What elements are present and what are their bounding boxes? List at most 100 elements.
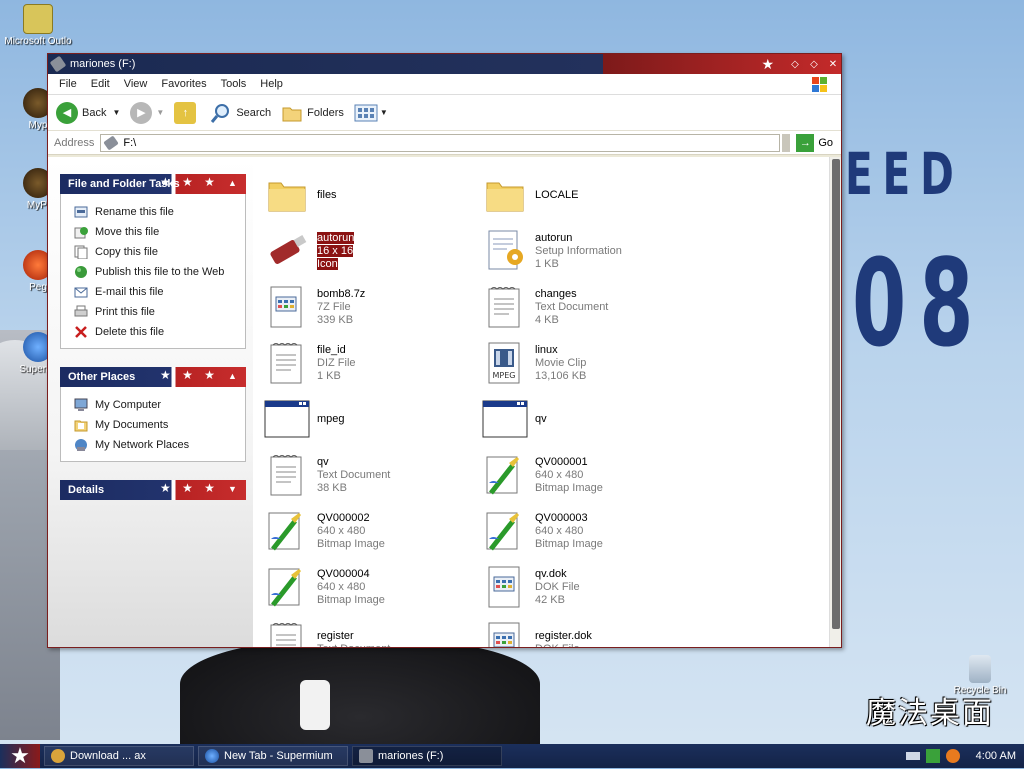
file-name: qv <box>535 412 547 425</box>
chevron-down-icon[interactable]: ▼ <box>112 108 120 117</box>
taskbar-item-supermium[interactable]: New Tab - Supermium <box>198 746 348 766</box>
search-button[interactable]: Search <box>210 102 271 124</box>
close-button[interactable]: ✕ <box>825 56 841 72</box>
file-text: autorun 16 x 16 Icon <box>317 231 355 271</box>
keyboard-icon[interactable] <box>905 752 920 760</box>
task-rename[interactable]: Rename this file <box>73 202 245 222</box>
file-size: 1 KB <box>535 257 559 270</box>
file-grid: files LOCALE autorun 16 x 16 Icon autorun Setu… <box>263 167 841 647</box>
search-tray-icon[interactable] <box>945 749 960 763</box>
file-item[interactable]: changes Text Document 4 KB <box>481 279 699 335</box>
file-type: Setup Information <box>535 244 622 257</box>
file-name: qv <box>317 455 329 468</box>
file-item[interactable]: qv Text Document 38 KB <box>263 447 481 503</box>
place-my-documents[interactable]: My Documents <box>73 415 245 435</box>
menu-file[interactable]: File <box>52 78 84 90</box>
star-icon: ★ <box>761 55 774 72</box>
folders-button[interactable]: Folders <box>281 102 344 124</box>
menu-edit[interactable]: Edit <box>84 78 117 90</box>
task-copy[interactable]: Copy this file <box>73 242 245 262</box>
bitmap-icon <box>481 507 529 555</box>
wallpaper-person <box>180 640 540 750</box>
file-item[interactable]: mpeg <box>263 391 481 447</box>
address-field[interactable]: F:\ <box>100 133 781 152</box>
publish-icon <box>73 264 89 280</box>
file-size: 339 KB <box>317 313 354 326</box>
go-arrow-icon: → <box>796 133 815 152</box>
start-button[interactable]: ★ <box>0 743 40 768</box>
task-move[interactable]: Move this file <box>73 222 245 242</box>
file-type: DOK File <box>535 580 580 593</box>
file-item[interactable]: QV000002 640 x 480 Bitmap Image <box>263 503 481 559</box>
network-tray-icon[interactable] <box>925 749 940 763</box>
place-my-network[interactable]: My Network Places <box>73 435 245 455</box>
task-delete[interactable]: Delete this file <box>73 322 245 342</box>
forward-button[interactable]: ▶ ▼ <box>130 101 164 124</box>
browser-icon <box>205 749 219 763</box>
title-bar[interactable]: mariones (F:) ★ ◇ ◇ ✕ <box>48 54 841 74</box>
chevron-up-icon[interactable]: ▲ <box>228 371 238 381</box>
views-button[interactable]: ▼ <box>354 103 388 123</box>
file-name: LOCALE <box>535 188 579 201</box>
file-item[interactable]: registerText Document <box>263 615 481 647</box>
file-item[interactable]: register.dokDOK File <box>481 615 699 647</box>
file-text: files <box>317 189 337 202</box>
file-text: register.dokDOK File <box>535 630 592 647</box>
file-item[interactable]: LOCALE <box>481 167 699 223</box>
up-button[interactable]: ↑ <box>174 101 200 124</box>
file-item[interactable]: QV000004 640 x 480 Bitmap Image <box>263 559 481 615</box>
task-print[interactable]: Print this file <box>73 302 245 322</box>
minimize-button[interactable]: ◇ <box>787 56 803 72</box>
file-name: linux <box>535 343 558 356</box>
file-item[interactable]: autorun Setup Information 1 KB <box>481 223 699 279</box>
taskbar-item-explorer[interactable]: mariones (F:) <box>352 746 502 766</box>
file-folder-tasks-panel: File and Folder Tasks ★ ★ ★ ▲ Rename thi… <box>60 174 246 349</box>
recycle-bin-icon[interactable]: Recycle Bin <box>945 655 1015 696</box>
place-my-computer[interactable]: My Computer <box>73 395 245 415</box>
file-item[interactable]: bomb8.7z 7Z File 339 KB <box>263 279 481 335</box>
file-item[interactable]: qv <box>481 391 699 447</box>
file-size: 42 KB <box>535 593 565 606</box>
application-icon <box>263 395 311 443</box>
file-item[interactable]: QV000001 640 x 480 Bitmap Image <box>481 447 699 503</box>
file-item[interactable]: autorun 16 x 16 Icon <box>263 223 481 279</box>
file-item[interactable]: file_id DIZ File 1 KB <box>263 335 481 391</box>
file-item[interactable]: qv.dok DOK File 42 KB <box>481 559 699 615</box>
file-item[interactable]: MPEG linux Movie Clip 13,106 KB <box>481 335 699 391</box>
forward-arrow-icon: ▶ <box>130 101 153 124</box>
address-dropdown[interactable] <box>782 133 791 152</box>
file-text: bomb8.7z 7Z File 339 KB <box>317 288 365 327</box>
chevron-up-icon[interactable]: ▲ <box>228 178 238 188</box>
text-document-icon <box>481 283 529 331</box>
vertical-scrollbar[interactable] <box>829 157 841 647</box>
panel-header[interactable]: Details ★ ★ ★ ▼ <box>60 480 246 500</box>
go-button[interactable]: → Go <box>796 133 833 152</box>
task-publish[interactable]: Publish this file to the Web <box>73 262 245 282</box>
menu-view[interactable]: View <box>117 78 155 90</box>
menu-tools[interactable]: Tools <box>214 78 254 90</box>
panel-header[interactable]: File and Folder Tasks ★ ★ ★ ▲ <box>60 174 246 194</box>
maximize-button[interactable]: ◇ <box>806 56 822 72</box>
panel-header[interactable]: Other Places ★ ★ ★ ▲ <box>60 367 246 387</box>
scroll-thumb[interactable] <box>832 159 840 629</box>
file-text: QV000001 640 x 480 Bitmap Image <box>535 456 603 495</box>
file-item[interactable]: QV000003 640 x 480 Bitmap Image <box>481 503 699 559</box>
chevron-down-icon[interactable]: ▼ <box>228 484 238 494</box>
file-name: QV000004 <box>317 567 370 580</box>
search-icon <box>211 103 230 123</box>
back-button[interactable]: ◀ Back ▼ <box>56 101 120 124</box>
file-size: Bitmap Image <box>317 593 385 606</box>
file-name: changes <box>535 287 577 300</box>
task-email[interactable]: E-mail this file <box>73 282 245 302</box>
menu-help[interactable]: Help <box>253 78 290 90</box>
desktop-icon-outlook[interactable]: Microsoft Outlo <box>3 4 73 47</box>
chevron-down-icon[interactable]: ▼ <box>156 108 164 117</box>
taskbar-item-download[interactable]: Download ... ax <box>44 746 194 766</box>
menu-favorites[interactable]: Favorites <box>154 78 213 90</box>
explorer-content: File and Folder Tasks ★ ★ ★ ▲ Rename thi… <box>48 157 841 647</box>
clock[interactable]: 4:00 AM <box>976 750 1016 762</box>
email-icon <box>73 284 89 300</box>
stars-decoration: ★ ★ ★ <box>160 481 219 495</box>
file-size: 1 KB <box>317 369 341 382</box>
file-item[interactable]: files <box>263 167 481 223</box>
